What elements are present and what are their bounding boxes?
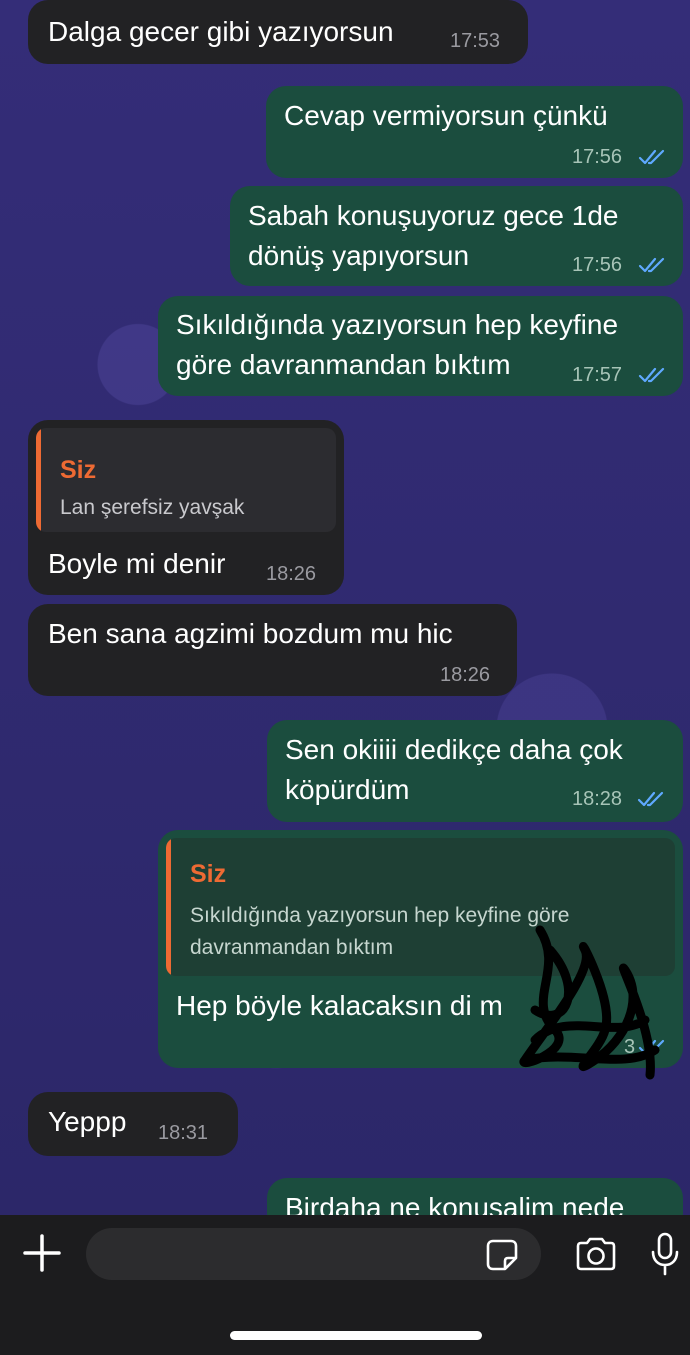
read-receipt-icon [637, 791, 664, 807]
message-text: Hep böyle kalacaksın di m [176, 990, 503, 1021]
microphone-icon[interactable] [649, 1232, 681, 1276]
read-receipt-icon [638, 367, 665, 383]
message-text: Yeppp [48, 1106, 127, 1137]
message-bubble-outgoing[interactable]: Cevap vermiyorsun çünkü 17:56 [266, 86, 683, 178]
message-text: Cevap vermiyorsun çünkü [284, 100, 608, 131]
message-text: Ben sana agzimi bozdum mu hic [48, 618, 453, 649]
reply-accent-bar [166, 838, 171, 976]
message-bubble-incoming[interactable]: Yeppp 18:31 [28, 1092, 238, 1156]
message-bubble-outgoing[interactable]: Sıkıldığında yazıyorsun hep keyfine göre… [158, 296, 683, 396]
message-time: 18:31 [158, 1122, 209, 1144]
message-bubble-outgoing[interactable]: Birdaha ne konusalim nede [267, 1178, 683, 1215]
message-bubble-incoming[interactable]: Siz Lan şerefsiz yavşak Boyle mi denir 1… [28, 420, 344, 595]
read-receipt-icon [638, 257, 665, 273]
reply-author: Siz [190, 860, 227, 888]
message-time: 18:28 [572, 788, 623, 810]
message-text: Birdaha ne konusalim nede [285, 1192, 625, 1215]
message-text-line: Sabah konuşuyoruz gece 1de [248, 200, 619, 231]
camera-icon[interactable] [574, 1236, 618, 1272]
message-time: 18:26 [266, 563, 317, 585]
message-time: 17:56 [572, 146, 623, 168]
reply-text-line: davranmandan bıktım [190, 936, 394, 959]
reply-text: Lan şerefsiz yavşak [60, 496, 245, 519]
message-text-line: Sen okiiii dedikçe daha çok [285, 734, 623, 765]
reply-accent-bar [36, 428, 41, 532]
message-text-line: köpürdüm [285, 774, 410, 805]
message-text-line: Sıkıldığında yazıyorsun hep keyfine [176, 309, 619, 340]
message-time: 17:53 [450, 30, 501, 52]
message-time: 18:26 [440, 664, 491, 686]
redaction-scribble [519, 925, 660, 1080]
message-bubble-incoming[interactable]: Dalga gecer gibi yazıyorsun 17:53 [28, 0, 528, 64]
home-indicator [230, 1331, 482, 1340]
sticker-icon[interactable] [485, 1238, 519, 1272]
plus-icon[interactable] [22, 1233, 62, 1273]
reply-quote[interactable]: Siz Lan şerefsiz yavşak [36, 428, 336, 532]
message-text-line: göre davranmandan bıktım [176, 349, 511, 380]
reply-author: Siz [60, 456, 97, 484]
message-input[interactable] [86, 1228, 541, 1280]
message-text: Dalga gecer gibi yazıyorsun [48, 16, 394, 47]
message-bubble-outgoing[interactable]: Sen okiiii dedikçe daha çok köpürdüm 18:… [267, 720, 683, 822]
read-receipt-icon [638, 149, 665, 165]
message-time: 17:56 [572, 254, 623, 276]
message-bubble-incoming[interactable]: Ben sana agzimi bozdum mu hic 18:26 [28, 604, 517, 696]
message-text-line: dönüş yapıyorsun [248, 240, 470, 271]
message-time: 17:57 [572, 364, 623, 386]
message-bubble-outgoing[interactable]: Sabah konuşuyoruz gece 1de dönüş yapıyor… [230, 186, 683, 286]
message-text: Boyle mi denir [48, 548, 226, 579]
